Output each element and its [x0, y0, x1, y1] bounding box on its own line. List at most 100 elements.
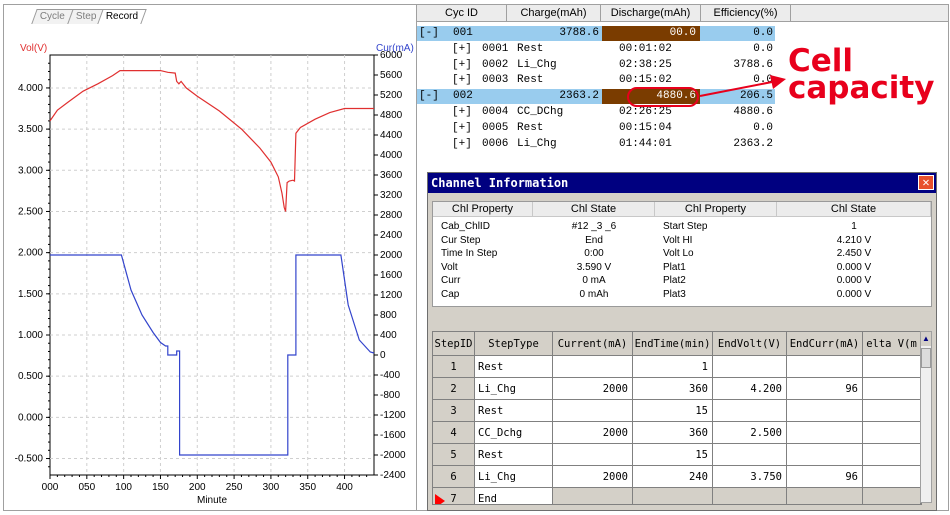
step-col-header[interactable]: EndCurr(mA) — [787, 332, 863, 356]
property-value: 2.450 V — [836, 248, 872, 259]
property-name: Volt Lo — [663, 248, 694, 259]
step-value-cell[interactable] — [863, 422, 921, 444]
step-value-cell[interactable] — [787, 444, 863, 466]
step-value-cell[interactable] — [787, 488, 863, 504]
step-value-cell[interactable] — [553, 356, 633, 378]
property-name: Cur Step — [441, 234, 481, 246]
property-row: Curr 0 mA Plat2 0.000 V — [433, 275, 931, 286]
property-value: 3.590 V — [576, 261, 612, 273]
property-name: Plat3 — [663, 288, 686, 300]
step-value-cell[interactable] — [713, 444, 787, 466]
step-col-header[interactable]: elta V(m — [863, 332, 921, 356]
property-value: 0:00 — [584, 248, 604, 259]
step-value-cell[interactable]: 2.500 — [713, 422, 787, 444]
property-name: Time In Step — [441, 248, 498, 259]
step-id-cell[interactable]: 3 — [433, 400, 475, 422]
step-value-cell[interactable]: 3.750 — [713, 466, 787, 488]
step-type-cell[interactable]: CC_Dchg — [475, 422, 553, 444]
property-row: Cur Step End Volt HI 4.210 V — [433, 235, 931, 246]
property-row: Time In Step 0:00 Volt Lo 2.450 V — [433, 248, 931, 259]
annotation-oval — [627, 87, 699, 107]
property-name: Plat1 — [663, 261, 686, 273]
step-col-header[interactable]: StepID — [433, 332, 475, 356]
channel-info-dialog: Channel Information ✕ Chl Property Chl St… — [427, 172, 937, 511]
step-value-cell[interactable]: 360 — [633, 422, 713, 444]
property-value: 0 mA — [582, 275, 606, 286]
step-value-cell[interactable]: 2000 — [553, 378, 633, 400]
step-type-cell[interactable]: Li_Chg — [475, 378, 553, 400]
property-name: Volt — [441, 261, 458, 273]
channel-property-table: Chl Property Chl State Chl Property Chl Sta… — [432, 201, 932, 307]
property-value: 1 — [851, 221, 857, 232]
step-value-cell[interactable]: 96 — [787, 466, 863, 488]
step-value-cell[interactable]: 240 — [633, 466, 713, 488]
step-value-cell[interactable] — [787, 356, 863, 378]
step-value-cell[interactable] — [863, 400, 921, 422]
property-value: End — [585, 234, 603, 246]
step-value-cell[interactable]: 2000 — [553, 466, 633, 488]
step-col-header[interactable]: Current(mA) — [553, 332, 633, 356]
step-value-cell[interactable] — [863, 488, 921, 504]
scroll-up-icon[interactable]: ▲ — [921, 332, 931, 346]
step-col-header[interactable]: EndTime(min) — [633, 332, 713, 356]
property-col-header: Chl State — [533, 202, 655, 217]
step-value-cell[interactable]: 2000 — [553, 422, 633, 444]
step-value-cell[interactable]: 15 — [633, 444, 713, 466]
property-name: Curr — [441, 275, 461, 286]
step-value-cell[interactable] — [863, 378, 921, 400]
dialog-title-bar[interactable]: Channel Information ✕ — [428, 173, 936, 193]
step-value-cell[interactable]: 4.200 — [713, 378, 787, 400]
annotation-line2: capacity — [788, 70, 935, 106]
current-row-marker-icon — [435, 494, 445, 504]
property-value: 0.000 V — [836, 288, 872, 300]
step-value-cell[interactable] — [553, 400, 633, 422]
property-name: Start Step — [663, 221, 708, 232]
step-value-cell[interactable]: 360 — [633, 378, 713, 400]
step-value-cell[interactable] — [713, 356, 787, 378]
property-name: Volt HI — [663, 234, 693, 246]
step-value-cell[interactable] — [633, 488, 713, 504]
property-name: Cab_ChlID — [441, 221, 490, 232]
step-col-header[interactable]: EndVolt(V) — [713, 332, 787, 356]
step-value-cell[interactable]: 1 — [633, 356, 713, 378]
step-grid-scrollbar[interactable]: ▲ — [920, 331, 932, 503]
tab-record[interactable]: Record — [97, 9, 147, 24]
property-col-header: Chl Property — [433, 202, 533, 217]
step-value-cell[interactable] — [553, 488, 633, 504]
step-type-cell[interactable]: Rest — [475, 444, 553, 466]
step-type-cell[interactable]: Rest — [475, 400, 553, 422]
tab-label: Record — [105, 11, 139, 22]
step-value-cell[interactable] — [863, 356, 921, 378]
step-id-cell[interactable]: 5 — [433, 444, 475, 466]
step-value-cell[interactable] — [863, 444, 921, 466]
scroll-thumb[interactable] — [921, 348, 931, 368]
property-name: Plat2 — [663, 275, 686, 286]
annotation-label: Cell capacity — [788, 46, 935, 106]
step-col-header[interactable]: StepType — [475, 332, 553, 356]
step-value-cell[interactable] — [713, 400, 787, 422]
step-id-cell[interactable]: 1 — [433, 356, 475, 378]
property-col-header: Chl State — [777, 202, 931, 217]
property-row: Volt 3.590 V Plat1 0.000 V — [433, 262, 931, 273]
step-value-cell[interactable] — [553, 444, 633, 466]
step-value-cell[interactable]: 15 — [633, 400, 713, 422]
property-row: Cab_ChlID #12 _3 _6 Start Step 1 — [433, 221, 931, 232]
property-value: 4.210 V — [836, 234, 872, 246]
step-value-cell[interactable]: 96 — [787, 378, 863, 400]
step-value-cell[interactable] — [787, 422, 863, 444]
step-type-cell[interactable]: End — [475, 488, 553, 504]
step-value-cell[interactable] — [713, 488, 787, 504]
step-id-cell[interactable]: 2 — [433, 378, 475, 400]
step-value-cell[interactable] — [787, 400, 863, 422]
dialog-title: Channel Information — [431, 176, 569, 190]
step-id-cell[interactable]: 4 — [433, 422, 475, 444]
close-icon[interactable]: ✕ — [918, 175, 934, 190]
step-id-cell[interactable]: 6 — [433, 466, 475, 488]
step-value-cell[interactable] — [863, 466, 921, 488]
step-type-cell[interactable]: Rest — [475, 356, 553, 378]
property-value: #12 _3 _6 — [571, 221, 617, 232]
step-grid[interactable]: StepID StepType Current(mA) EndTime(min) End… — [432, 331, 922, 505]
step-type-cell[interactable]: Li_Chg — [475, 466, 553, 488]
property-value: 0.000 V — [836, 275, 872, 286]
property-value: 0.000 V — [836, 261, 872, 273]
